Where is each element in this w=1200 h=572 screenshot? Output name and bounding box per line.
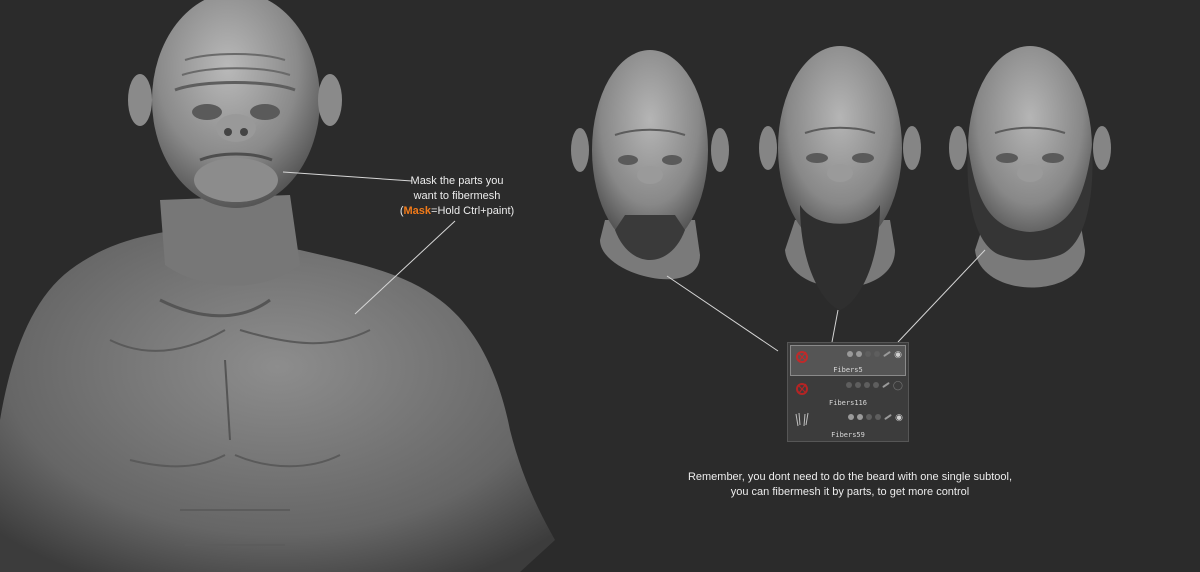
leader-line-head-3 <box>897 249 986 343</box>
subtool-tip-note: Remember, you dont need to do the beard … <box>640 470 1060 500</box>
brush-toggle-icon[interactable] <box>884 413 892 421</box>
subtool-toggles: ◉ <box>847 349 902 359</box>
tip-line-2: you can fibermesh it by parts, to get mo… <box>730 486 970 498</box>
subtool-toggles: ◉ <box>848 412 903 422</box>
head-variant-2 <box>759 46 921 310</box>
mask-note-line-1: Mask the parts you <box>410 175 504 187</box>
subtool-toggles: ◯ <box>845 380 903 390</box>
mask-note-shortcut: =Hold Ctrl+paint) <box>431 205 515 217</box>
subtool-name: Fibers5 <box>833 366 863 374</box>
mask-note-line-3: (Mask=Hold Ctrl+paint) <box>372 204 542 219</box>
brush-toggle-icon[interactable] <box>883 350 891 358</box>
subtool-panel: ◉ Fibers5 ◯ Fibers116 ◉ Fibers59 <box>787 342 909 442</box>
bust-neck <box>160 195 300 286</box>
fibers-thumbnail-icon <box>796 383 808 395</box>
mask-instruction-note: Mask the parts you want to fibermesh (Ma… <box>372 174 542 219</box>
solo-toggle-icon[interactable] <box>866 414 873 420</box>
polyframe-toggle-icon[interactable] <box>857 414 864 420</box>
mask-keyword: Mask <box>403 205 432 217</box>
visibility-toggle-icon[interactable] <box>848 414 855 420</box>
bust-torso <box>0 230 555 572</box>
subtool-item-fibers116[interactable]: ◯ Fibers116 <box>790 377 906 408</box>
render-canvas: Mask the parts you want to fibermesh (Ma… <box>0 0 1200 572</box>
leader-line-head-2 <box>831 309 839 343</box>
solo-toggle-icon[interactable] <box>865 351 872 357</box>
head-variant-3 <box>949 46 1111 288</box>
subtool-item-fibers59[interactable]: ◉ Fibers59 <box>790 409 906 440</box>
visibility-toggle-icon[interactable] <box>845 382 852 388</box>
polyframe-toggle-icon[interactable] <box>854 382 861 388</box>
fibers-thumbnail-icon <box>795 412 809 427</box>
leader-line-head-1 <box>666 275 779 352</box>
brush-toggle-icon[interactable] <box>882 381 890 389</box>
eye-icon[interactable]: ◉ <box>895 412 903 422</box>
subtool-name: Fibers59 <box>831 431 865 439</box>
visibility-toggle-icon[interactable] <box>847 351 854 357</box>
bust-head <box>128 0 342 208</box>
lock-toggle-icon[interactable] <box>872 382 879 388</box>
lock-toggle-icon[interactable] <box>875 414 882 420</box>
subtool-item-fibers5[interactable]: ◉ Fibers5 <box>790 345 906 376</box>
tip-line-1: Remember, you dont need to do the beard … <box>687 471 1013 483</box>
mask-note-line-2: want to fibermesh <box>413 190 501 202</box>
solo-toggle-icon[interactable] <box>863 382 870 388</box>
eye-icon[interactable]: ◉ <box>894 349 902 359</box>
eye-icon[interactable]: ◯ <box>893 380 903 390</box>
head-variant-1 <box>571 50 729 280</box>
polyframe-toggle-icon[interactable] <box>856 351 863 357</box>
lock-toggle-icon[interactable] <box>874 351 881 357</box>
fibers-thumbnail-icon <box>796 351 808 363</box>
subtool-name: Fibers116 <box>829 399 867 407</box>
